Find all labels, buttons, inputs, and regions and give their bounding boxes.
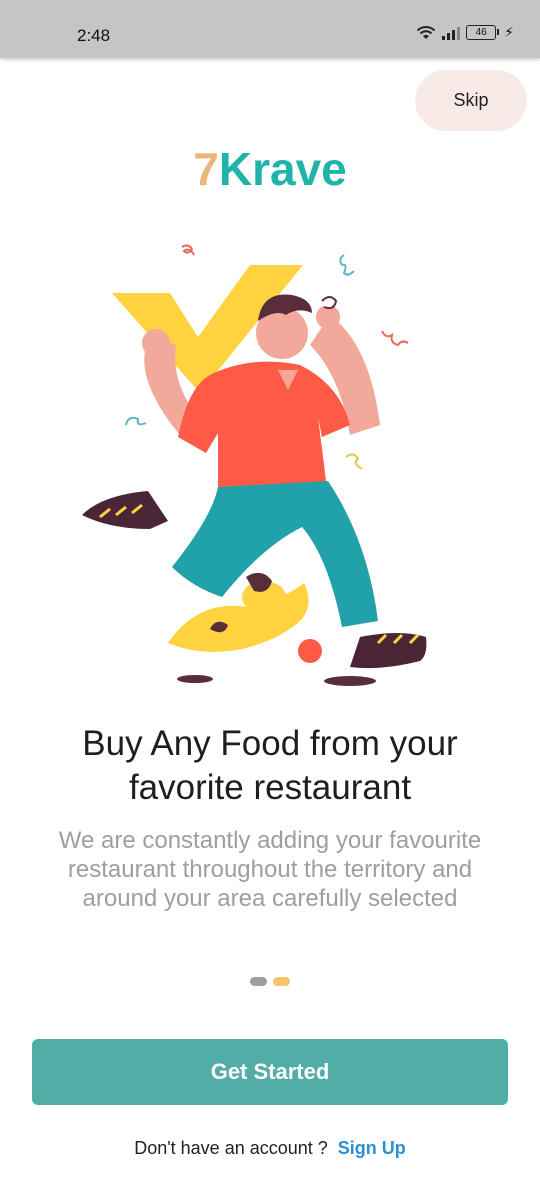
signal-icon [442,26,461,40]
status-time: 2:48 [77,26,111,45]
wifi-icon [416,25,436,39]
charging-icon: ⚡ [504,24,514,40]
pager-dot-2[interactable] [273,977,290,986]
battery-icon: 46 [466,25,500,40]
signup-row: Don't have an account ? Sign Up [0,1138,540,1159]
brand-logo: 7Krave [0,142,540,196]
no-account-text: Don't have an account ? [134,1138,328,1158]
onboarding-illustration [82,244,427,686]
sign-up-link[interactable]: Sign Up [338,1138,406,1158]
headline-line-1: Buy Any Food from your [82,724,458,763]
pager-dots [0,977,540,986]
status-bar: 2:48 46 ⚡ [0,0,540,58]
headline-line-2: favorite restaurant [128,768,412,807]
pager-dot-1[interactable] [250,977,267,986]
brand-logo-digit: 7 [193,143,219,195]
onboarding-description: We are constantly adding your favourite … [58,827,482,912]
brand-logo-word: Krave [218,143,347,195]
onboarding-headline: Buy Any Food from your favorite restaura… [20,722,520,810]
status-icons: 46 ⚡ [416,24,514,41]
get-started-button[interactable]: Get Started [32,1039,508,1105]
skip-button[interactable]: Skip [415,70,527,131]
